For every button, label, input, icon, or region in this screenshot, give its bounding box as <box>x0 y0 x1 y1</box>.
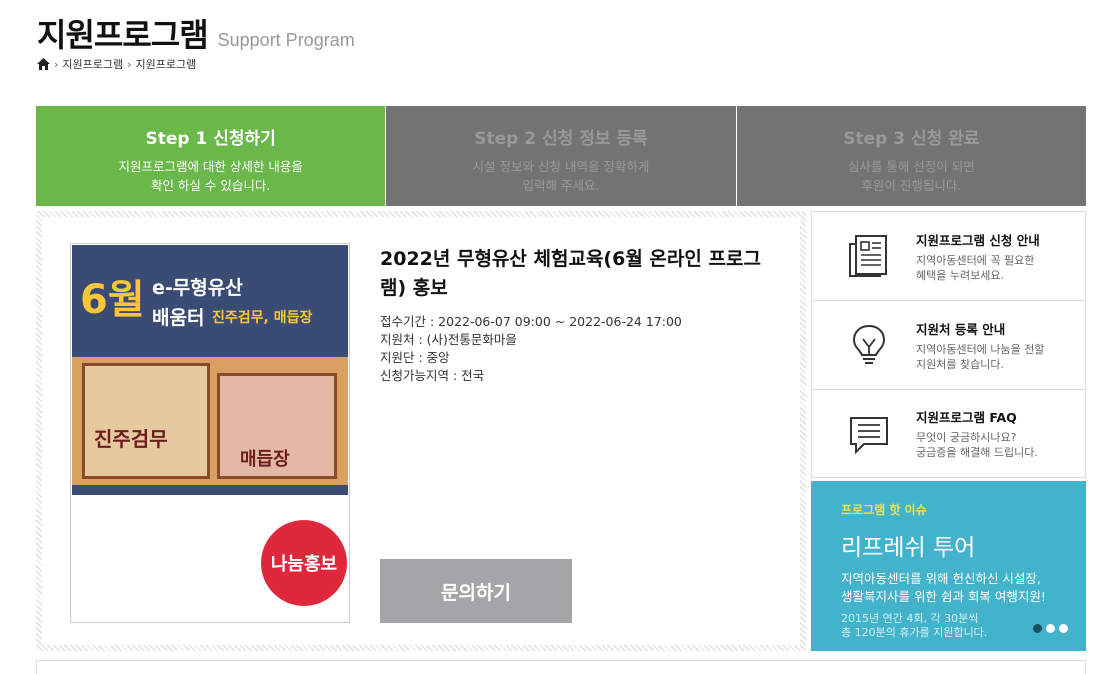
step-3: Step 3 신청 완료 심사를 통해 선정이 되면 후원이 진행됩니다. <box>735 106 1086 206</box>
available-region: 신청가능지역 : 전국 <box>380 368 485 383</box>
support-group: 지원단 : 중앙 <box>380 350 450 365</box>
breadcrumb: › 지원프로그램 › 지원프로그램 <box>37 56 196 72</box>
breadcrumb-separator: › <box>54 57 59 71</box>
side-item-desc: 무엇이 궁금하시나요? 궁금증을 해결해 드립니다. <box>916 431 1038 459</box>
poster-line: 배움터 <box>152 307 205 329</box>
breadcrumb-item[interactable]: 지원프로그램 <box>136 56 197 72</box>
poster-photo <box>82 363 210 479</box>
category-badge: 나눔홍보 <box>261 520 347 606</box>
side-item-desc: 지역아동센터에 꼭 필요한 혜택을 누려보세요. <box>916 253 1035 282</box>
step-desc: 지원프로그램에 대한 상세한 내용을 확인 하실 수 있습니다. <box>118 159 303 193</box>
page-header: 지원프로그램 Support Program <box>37 10 355 56</box>
side-item-title: 지원처 등록 안내 <box>916 321 1006 337</box>
step-desc: 심사를 통해 선정이 되면 후원이 진행됩니다. <box>847 159 975 193</box>
side-item-desc: 지역아동센터에 나눔을 전할 지원처를 찾습니다. <box>916 342 1045 371</box>
step-2: Step 2 신청 정보 등록 시설 정보와 신청 내역을 정확하게 입력해 주… <box>385 106 736 206</box>
side-item-application-guide[interactable]: 지원프로그램 신청 안내 지역아동센터에 꼭 필요한 혜택을 누려보세요. <box>811 211 1086 300</box>
side-item-faq[interactable]: 지원프로그램 FAQ 무엇이 궁금하시나요? 궁금증을 해결해 드립니다. <box>811 389 1086 478</box>
program-poster-image: 6월 e-무형유산 배움터 진주검무, 매듭장 진주검무 매듭장 <box>72 245 348 495</box>
breadcrumb-item[interactable]: 지원프로그램 <box>62 56 123 72</box>
step-indicator: Step 1 신청하기 지원프로그램에 대한 상세한 내용을 확인 하실 수 있… <box>36 106 1086 206</box>
side-item-text: 지원프로그램 FAQ 무엇이 궁금하시나요? 궁금증을 해결해 드립니다. <box>916 407 1038 460</box>
carousel-dot[interactable] <box>1059 624 1068 633</box>
step-title: Step 2 신청 정보 등록 <box>474 129 648 149</box>
poster-line: 진주검무, 매듭장 <box>212 310 313 326</box>
step-title: Step 1 신청하기 <box>145 129 276 149</box>
hot-issue-label: 프로그램 핫 이슈 <box>841 503 927 517</box>
breadcrumb-separator: › <box>127 57 132 71</box>
side-item-text: 지원처 등록 안내 지역아동센터에 나눔을 전할 지원처를 찾습니다. <box>916 319 1044 372</box>
step-1: Step 1 신청하기 지원프로그램에 대한 상세한 내용을 확인 하실 수 있… <box>36 106 386 206</box>
step-title: Step 3 신청 완료 <box>843 129 980 149</box>
hot-issue-banner[interactable]: 프로그램 핫 이슈 리프레쉬 투어 지역아동센터를 위해 헌신하신 시설장, 생… <box>811 481 1086 651</box>
inquire-button[interactable]: 문의하기 <box>380 559 572 623</box>
side-item-supporter-registration[interactable]: 지원처 등록 안내 지역아동센터에 나눔을 전할 지원처를 찾습니다. <box>811 300 1086 389</box>
program-thumbnail[interactable]: 6월 e-무형유산 배움터 진주검무, 매듭장 진주검무 매듭장 나눔홍보 <box>70 243 350 623</box>
step-desc: 시설 정보와 신청 내역을 정확하게 입력해 주세요. <box>472 159 650 193</box>
poster-caption: 매듭장 <box>240 449 290 470</box>
application-period: 접수기간 : 2022-06-07 09:00 ~ 2022-06-24 17:… <box>380 314 682 329</box>
program-meta: 접수기간 : 2022-06-07 09:00 ~ 2022-06-24 17:… <box>380 313 682 385</box>
home-icon[interactable] <box>37 58 50 70</box>
side-menu: 지원프로그램 신청 안내 지역아동센터에 꼭 필요한 혜택을 누려보세요. 지원… <box>811 211 1086 478</box>
side-item-text: 지원프로그램 신청 안내 지역아동센터에 꼭 필요한 혜택을 누려보세요. <box>916 230 1040 283</box>
next-section-border <box>36 660 1086 674</box>
page-title: 지원프로그램 <box>37 16 209 54</box>
poster-line: e-무형유산 <box>152 277 243 299</box>
supporter: 지원처 : (사)전통문화마을 <box>380 332 517 347</box>
side-item-title: 지원프로그램 FAQ <box>916 410 1017 425</box>
lightbulb-icon <box>852 324 886 364</box>
program-card: 6월 e-무형유산 배움터 진주검무, 매듭장 진주검무 매듭장 나눔홍보 20… <box>36 211 806 651</box>
carousel-dot[interactable] <box>1046 624 1055 633</box>
program-card-inner: 6월 e-무형유산 배움터 진주검무, 매듭장 진주검무 매듭장 나눔홍보 20… <box>42 217 800 645</box>
carousel-dots <box>1033 624 1068 633</box>
program-title: 2022년 무형유산 체험교육(6월 온라인 프로그램) 홍보 <box>380 248 761 299</box>
hot-issue-title: 리프레쉬 투어 <box>841 535 976 561</box>
hot-issue-desc: 지역아동센터를 위해 헌신하신 시설장, 생활복지사를 위한 쉼과 회복 여행지… <box>841 571 1046 604</box>
page-subtitle: Support Program <box>217 30 355 50</box>
document-icon <box>849 235 887 277</box>
side-item-title: 지원프로그램 신청 안내 <box>916 232 1040 248</box>
poster-caption: 진주검무 <box>94 427 168 451</box>
poster-month: 6월 <box>80 277 145 323</box>
chat-icon <box>850 416 888 454</box>
carousel-dot[interactable] <box>1033 624 1042 633</box>
